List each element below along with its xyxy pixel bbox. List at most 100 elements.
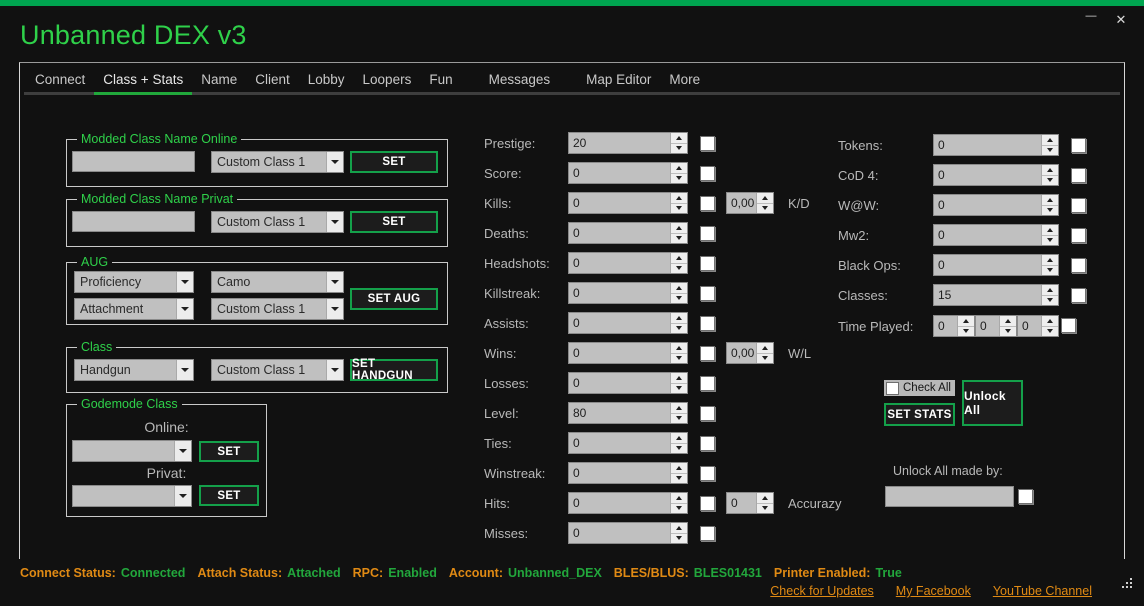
time-played-checkbox[interactable]	[1061, 318, 1076, 333]
unlock-checkbox-tokens[interactable]	[1071, 137, 1086, 153]
stat-checkbox-kills[interactable]	[700, 195, 715, 211]
stat-spinner-headshots[interactable]: 0	[568, 252, 688, 274]
stat-spinner-deaths[interactable]: 0	[568, 222, 688, 244]
check-all-control[interactable]: Check All	[884, 380, 955, 396]
unlock-spinner-tokens[interactable]: 0	[933, 134, 1059, 156]
stat-spinner-score[interactable]: 0	[568, 162, 688, 184]
stat-checkbox-misses[interactable]	[700, 525, 715, 541]
tab-loopers[interactable]: Loopers	[354, 72, 421, 94]
stat-checkbox-score[interactable]	[700, 165, 715, 181]
stat-checkbox-headshots[interactable]	[700, 255, 715, 271]
spinner-buttons[interactable]	[670, 193, 687, 213]
aug-proficiency-select[interactable]: Proficiency	[74, 271, 194, 293]
check-all-checkbox[interactable]	[886, 381, 899, 395]
unlock-made-by-checkbox[interactable]	[1018, 489, 1033, 504]
tab-lobby[interactable]: Lobby	[299, 72, 354, 94]
unlock-checkbox-w-w[interactable]	[1071, 197, 1086, 213]
set-stats-button[interactable]: SET STATS	[884, 403, 955, 426]
stat-spinner-ties[interactable]: 0	[568, 432, 688, 454]
tab-name[interactable]: Name	[192, 72, 246, 94]
spinner-buttons[interactable]	[957, 316, 974, 336]
modded-privat-name-input[interactable]	[72, 211, 195, 232]
link-my-facebook[interactable]: My Facebook	[896, 584, 971, 598]
stat-spinner-losses[interactable]: 0	[568, 372, 688, 394]
spinner-buttons[interactable]	[670, 253, 687, 273]
class-set-handgun-button[interactable]: SET HANDGUN	[350, 358, 438, 382]
spinner-buttons[interactable]	[670, 223, 687, 243]
link-check-for-updates[interactable]: Check for Updates	[770, 584, 874, 598]
stat-extra-spinner-kills[interactable]: 0,00	[726, 192, 774, 214]
stat-spinner-hits[interactable]: 0	[568, 492, 688, 514]
spinner-buttons[interactable]	[670, 433, 687, 453]
stat-spinner-winstreak[interactable]: 0	[568, 462, 688, 484]
stat-spinner-prestige[interactable]: 20	[568, 132, 688, 154]
unlock-spinner-classes[interactable]: 15	[933, 284, 1059, 306]
stat-spinner-kills[interactable]: 0	[568, 192, 688, 214]
spinner-buttons[interactable]	[1041, 225, 1058, 245]
time-played-hours-spinner[interactable]: 0	[933, 315, 975, 337]
tab-messages[interactable]: Messages	[480, 72, 560, 94]
unlock-checkbox-mw2[interactable]	[1071, 227, 1086, 243]
godemode-privat-set-button[interactable]: SET	[199, 485, 259, 506]
time-played-seconds-spinner[interactable]: 0	[1017, 315, 1059, 337]
spinner-buttons[interactable]	[670, 133, 687, 153]
stat-checkbox-winstreak[interactable]	[700, 465, 715, 481]
class-slot-select[interactable]: Custom Class 1	[211, 359, 344, 381]
modded-online-set-button[interactable]: SET	[350, 151, 438, 173]
spinner-buttons[interactable]	[670, 163, 687, 183]
spinner-buttons[interactable]	[756, 193, 773, 213]
stat-checkbox-assists[interactable]	[700, 315, 715, 331]
modded-online-class-select[interactable]: Custom Class 1	[211, 151, 344, 173]
godemode-privat-select[interactable]	[72, 485, 192, 507]
tab-class-stats[interactable]: Class + Stats	[94, 72, 192, 94]
time-played-minutes-spinner[interactable]: 0	[975, 315, 1017, 337]
aug-camo-select[interactable]: Camo	[211, 271, 344, 293]
class-weapon-select[interactable]: Handgun	[74, 359, 194, 381]
spinner-buttons[interactable]	[1041, 255, 1058, 275]
stat-spinner-wins[interactable]: 0	[568, 342, 688, 364]
stat-spinner-level[interactable]: 80	[568, 402, 688, 424]
stat-checkbox-killstreak[interactable]	[700, 285, 715, 301]
stat-spinner-assists[interactable]: 0	[568, 312, 688, 334]
unlock-checkbox-classes[interactable]	[1071, 287, 1086, 303]
spinner-buttons[interactable]	[1041, 195, 1058, 215]
resize-grip-icon[interactable]	[1120, 578, 1134, 592]
modded-privat-set-button[interactable]: SET	[350, 211, 438, 233]
stat-checkbox-level[interactable]	[700, 405, 715, 421]
link-youtube-channel[interactable]: YouTube Channel	[993, 584, 1092, 598]
tab-client[interactable]: Client	[246, 72, 299, 94]
aug-set-button[interactable]: SET AUG	[350, 288, 438, 310]
close-button[interactable]: ✕	[1106, 7, 1136, 31]
spinner-buttons[interactable]	[999, 316, 1016, 336]
spinner-buttons[interactable]	[670, 403, 687, 423]
unlock-checkbox-cod-4[interactable]	[1071, 167, 1086, 183]
unlock-made-by-input[interactable]	[885, 486, 1014, 507]
spinner-buttons[interactable]	[670, 343, 687, 363]
unlock-spinner-black-ops[interactable]: 0	[933, 254, 1059, 276]
unlock-all-button[interactable]: Unlock All	[962, 380, 1023, 426]
unlock-spinner-cod-4[interactable]: 0	[933, 164, 1059, 186]
unlock-spinner-mw2[interactable]: 0	[933, 224, 1059, 246]
stat-spinner-misses[interactable]: 0	[568, 522, 688, 544]
spinner-buttons[interactable]	[756, 343, 773, 363]
spinner-buttons[interactable]	[670, 523, 687, 543]
stat-checkbox-deaths[interactable]	[700, 225, 715, 241]
stat-checkbox-losses[interactable]	[700, 375, 715, 391]
spinner-buttons[interactable]	[670, 313, 687, 333]
spinner-buttons[interactable]	[1041, 285, 1058, 305]
minimize-button[interactable]: —	[1076, 7, 1106, 31]
godemode-online-select[interactable]	[72, 440, 192, 462]
spinner-buttons[interactable]	[670, 283, 687, 303]
stat-checkbox-prestige[interactable]	[700, 135, 715, 151]
aug-class-select[interactable]: Custom Class 1	[211, 298, 344, 320]
godemode-online-set-button[interactable]: SET	[199, 441, 259, 462]
stat-checkbox-hits[interactable]	[700, 495, 715, 511]
tab-more[interactable]: More	[660, 72, 709, 94]
modded-privat-class-select[interactable]: Custom Class 1	[211, 211, 344, 233]
tab-connect[interactable]: Connect	[26, 72, 94, 94]
tab-map-editor[interactable]: Map Editor	[577, 72, 660, 94]
spinner-buttons[interactable]	[670, 493, 687, 513]
modded-online-name-input[interactable]	[72, 151, 195, 172]
unlock-spinner-w-w[interactable]: 0	[933, 194, 1059, 216]
aug-attachment-select[interactable]: Attachment	[74, 298, 194, 320]
